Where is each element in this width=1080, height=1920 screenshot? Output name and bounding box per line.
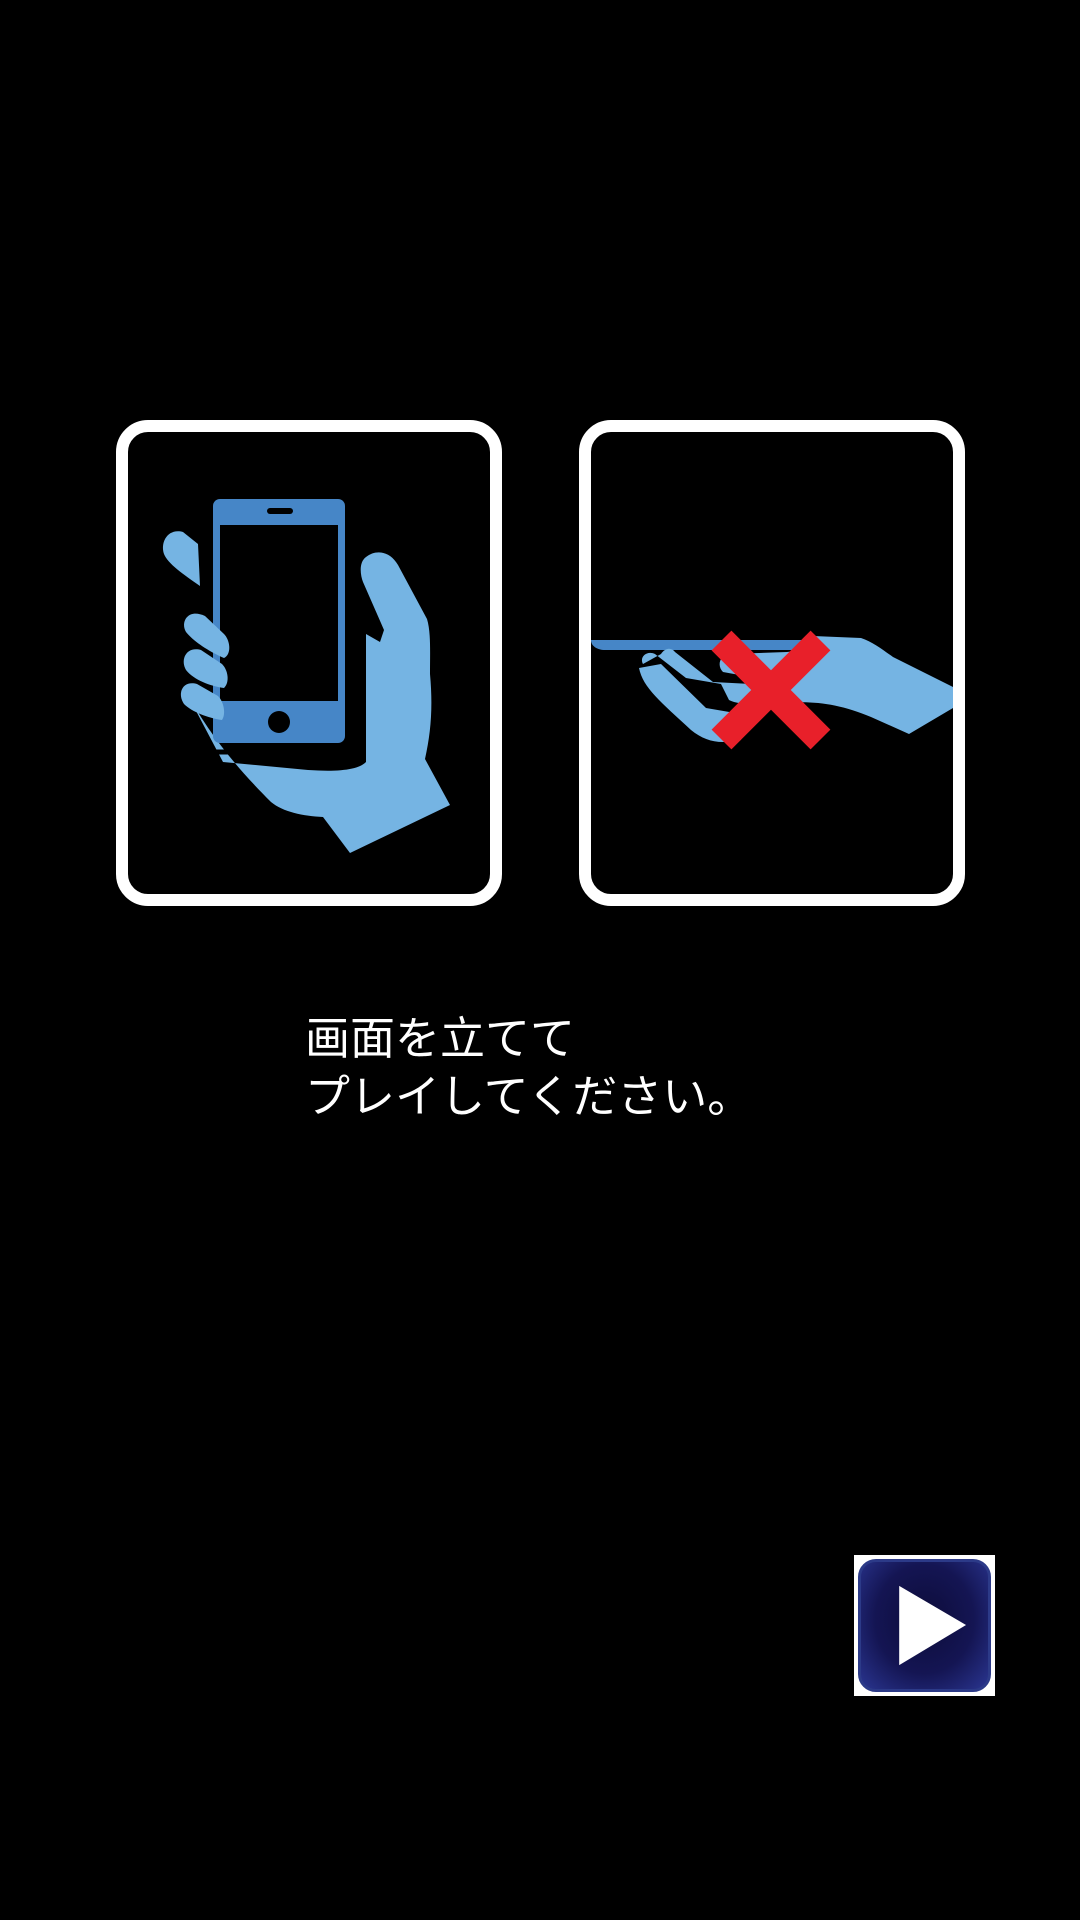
correct-orientation-panel [116,420,502,906]
hand-holding-phone-upright-icon [162,499,450,853]
play-button[interactable] [854,1555,995,1696]
incorrect-orientation-panel [579,420,965,906]
instruction-line-2: プレイしてください。 [305,1070,753,1123]
instruction-line-1: 画面を立てて [305,1012,576,1065]
red-x-icon [711,630,831,750]
play-triangle-icon [899,1585,967,1666]
instruction-text: 画面を立てて プレイしてください。 [305,1010,825,1126]
play-button-face[interactable] [858,1559,991,1692]
